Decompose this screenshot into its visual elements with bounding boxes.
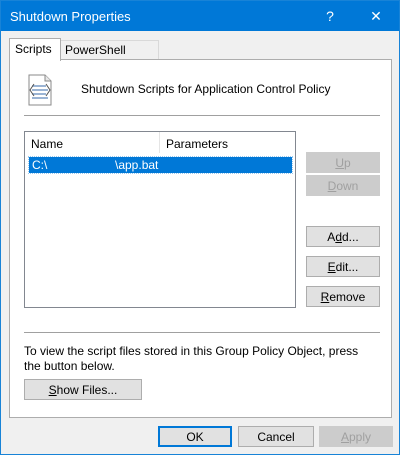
up-button[interactable]: Up xyxy=(306,152,380,173)
script-parameters-cell: \app.bat xyxy=(115,158,159,172)
window-title: Shutdown Properties xyxy=(10,9,131,24)
help-button[interactable]: ? xyxy=(307,1,353,31)
tab-powershell-scripts[interactable]: PowerShell Scripts xyxy=(59,40,159,76)
apply-button[interactable]: Apply xyxy=(319,426,393,447)
script-document-icon xyxy=(26,74,54,109)
scripts-tab-panel: Shutdown Scripts for Application Control… xyxy=(9,59,392,418)
scripts-heading: Shutdown Scripts for Application Control… xyxy=(81,82,331,96)
down-button[interactable]: Down xyxy=(306,175,380,196)
tab-scripts[interactable]: Scripts xyxy=(9,38,61,61)
column-header-name[interactable]: Name xyxy=(25,132,160,153)
separator xyxy=(24,332,380,333)
ok-button[interactable]: OK xyxy=(158,426,232,447)
title-bar[interactable]: Shutdown Properties ? ✕ xyxy=(1,1,399,31)
show-files-instructions: To view the script files stored in this … xyxy=(24,344,359,373)
scripts-list[interactable]: Name Parameters C:\ \app.bat xyxy=(24,131,296,308)
list-header: Name Parameters xyxy=(25,132,295,153)
remove-button[interactable]: Remove xyxy=(306,286,380,307)
close-button[interactable]: ✕ xyxy=(353,1,399,31)
list-item[interactable]: C:\ \app.bat xyxy=(28,156,293,174)
show-files-button[interactable]: Show Files... xyxy=(24,379,142,400)
add-button[interactable]: Ad d... xyxy=(306,226,380,247)
separator xyxy=(24,115,380,116)
column-header-parameters[interactable]: Parameters xyxy=(160,132,295,153)
cancel-button[interactable]: Cancel xyxy=(238,426,314,447)
script-name-cell: C:\ xyxy=(32,158,48,172)
properties-dialog: Shutdown Properties ? ✕ Scripts PowerShe… xyxy=(0,0,400,455)
edit-button[interactable]: Edit... xyxy=(306,256,380,277)
